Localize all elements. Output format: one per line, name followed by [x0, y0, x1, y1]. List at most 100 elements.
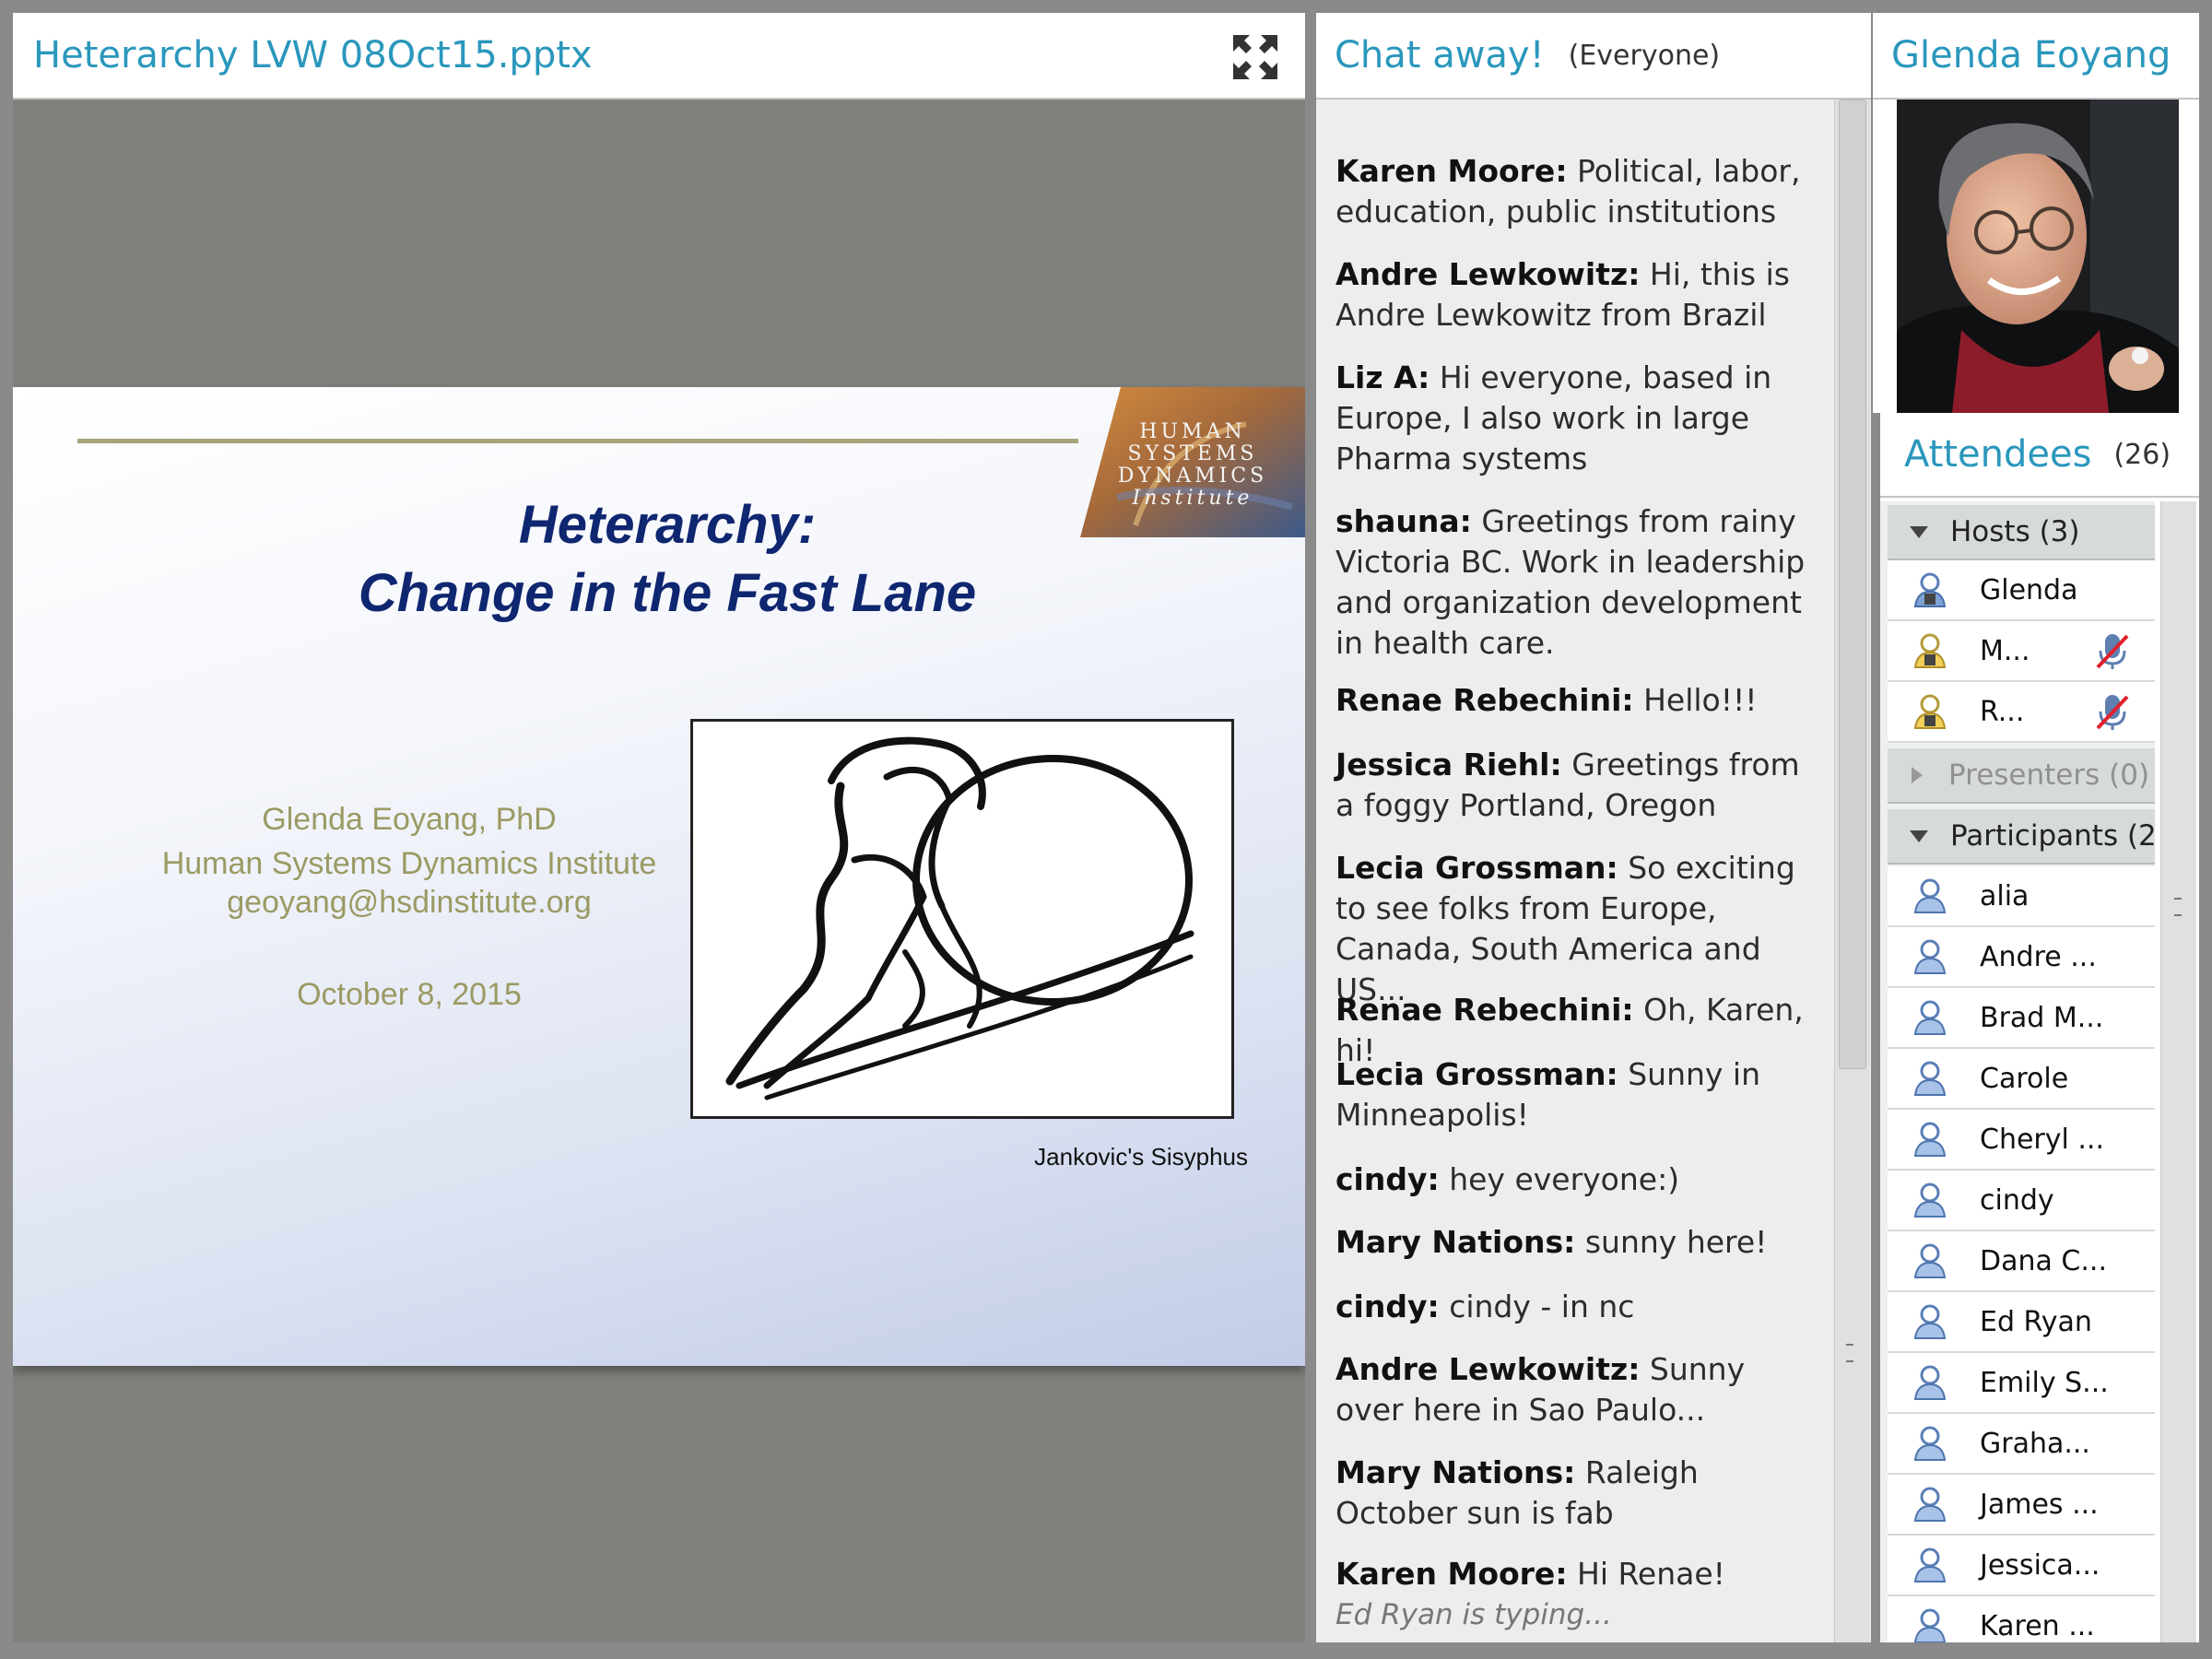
- camera-pod-header: Glenda Eoyang: [1873, 13, 2199, 100]
- user-icon: [1913, 1608, 1947, 1642]
- chat-audience-label[interactable]: (Everyone): [1569, 40, 1721, 72]
- typing-indicator: Ed Ryan is typing...: [1335, 1598, 1612, 1631]
- attendees-count: (26): [2113, 438, 2171, 471]
- chevron-down-icon: [1910, 525, 1928, 538]
- user-icon: [1913, 1061, 1947, 1096]
- chat-sender: cindy:: [1335, 1161, 1440, 1197]
- chat-message: Mary Nations: sunny here!: [1335, 1222, 1822, 1263]
- attendee-row-participant[interactable]: Graha...: [1888, 1414, 2155, 1475]
- chat-message: Lecia Grossman: So exciting to see folks…: [1335, 848, 1822, 1010]
- image-caption: Jankovic's Sisyphus: [1034, 1143, 1248, 1171]
- user-icon: [1913, 1426, 1947, 1461]
- attendee-row-participant[interactable]: Andre ...: [1888, 927, 2155, 988]
- attendee-name: Cheryl ...: [1980, 1123, 2104, 1156]
- attendee-list: Hosts (3) Glenda M... R... Presenters (0…: [1880, 501, 2155, 1642]
- chat-message: Lecia Grossman: Sunny in Minneapolis!: [1335, 1054, 1822, 1135]
- user-icon: [1913, 1000, 1947, 1035]
- participants-group-label: Participants (23): [1950, 819, 2155, 853]
- chat-pod: Chat away! (Everyone) Karen Moore: Polit…: [1316, 13, 1871, 1642]
- user-icon: [1913, 1122, 1947, 1157]
- attendee-name: cindy: [1980, 1183, 2054, 1217]
- attendee-row-participant[interactable]: Jessica...: [1888, 1535, 2155, 1596]
- user-icon: [1913, 1304, 1947, 1339]
- attendee-row-participant[interactable]: Cheryl ...: [1888, 1110, 2155, 1171]
- user-icon: [1913, 1487, 1947, 1522]
- host-icon: [1913, 694, 1947, 729]
- chat-sender: cindy:: [1335, 1288, 1440, 1324]
- chat-message: shauna: Greetings from rainy Victoria BC…: [1335, 501, 1822, 664]
- presenters-group-label: Presenters (0): [1948, 759, 2150, 792]
- attendee-row-host[interactable]: R...: [1888, 682, 2155, 743]
- attendee-name: Ed Ryan: [1980, 1305, 2092, 1338]
- chat-text: Hi Renae!: [1577, 1556, 1725, 1592]
- chat-sender: Liz A:: [1335, 359, 1430, 395]
- user-icon: [1913, 1182, 1947, 1218]
- participants-group-header[interactable]: Participants (23): [1888, 809, 2155, 865]
- attendee-row-participant[interactable]: Emily S...: [1888, 1353, 2155, 1414]
- attendee-scrollbar[interactable]: [2160, 501, 2196, 1642]
- attendee-row-participant[interactable]: James ...: [1888, 1475, 2155, 1535]
- fullscreen-icon[interactable]: [1230, 31, 1281, 83]
- attendee-name: Dana C...: [1980, 1244, 2107, 1277]
- attendee-row-participant[interactable]: Dana C...: [1888, 1231, 2155, 1292]
- webcam-video: [1897, 100, 2179, 413]
- chat-pod-header: Chat away! (Everyone): [1316, 13, 1871, 100]
- camera-pod: Glenda Eoyang: [1873, 13, 2199, 413]
- chat-message: cindy: cindy - in nc: [1335, 1287, 1822, 1327]
- attendees-pod: Attendees (26) Hosts (3) Glenda M... R..…: [1880, 413, 2199, 1642]
- user-icon: [1913, 1365, 1947, 1400]
- attendee-row-participant[interactable]: Carole: [1888, 1049, 2155, 1110]
- mic-muted-icon[interactable]: [2094, 630, 2131, 671]
- logo-line-2: SYSTEMS: [1127, 442, 1258, 465]
- chat-sender: shauna:: [1335, 503, 1472, 539]
- slide-title-line2: Change in the Fast Lane: [358, 563, 977, 623]
- host-icon: [1913, 633, 1947, 668]
- share-pod-title: Heterarchy LVW 08Oct15.pptx: [33, 34, 593, 76]
- mic-muted-icon[interactable]: [2094, 691, 2131, 732]
- chat-sender: Jessica Riehl:: [1335, 747, 1562, 782]
- chat-sender: Mary Nations:: [1335, 1454, 1576, 1490]
- attendee-row-participant[interactable]: cindy: [1888, 1171, 2155, 1231]
- attendee-name: Karen ...: [1980, 1609, 2095, 1642]
- chat-message: Andre Lewkowitz: Sunny over here in Sao …: [1335, 1349, 1822, 1430]
- attendee-row-host[interactable]: Glenda: [1888, 560, 2155, 621]
- attendee-row-host[interactable]: M...: [1888, 621, 2155, 682]
- attendee-row-participant[interactable]: Ed Ryan: [1888, 1292, 2155, 1353]
- hosts-group-header[interactable]: Hosts (3): [1888, 505, 2155, 560]
- chat-message: Karen Moore: Political, labor, education…: [1335, 151, 1822, 232]
- chat-text: sunny here!: [1584, 1224, 1768, 1260]
- attendee-row-participant[interactable]: alia: [1888, 866, 2155, 927]
- attendee-name: alia: [1980, 879, 2030, 912]
- user-icon: [1913, 878, 1947, 913]
- slide-title-line1: Heterarchy:: [518, 495, 817, 555]
- chat-message: Andre Lewkowitz: Hi, this is Andre Lewko…: [1335, 254, 1822, 335]
- slide-email: geoyang@hsdinstitute.org: [227, 885, 592, 920]
- chat-pod-title: Chat away!: [1335, 34, 1545, 76]
- attendee-name: Graha...: [1980, 1427, 2090, 1460]
- attendee-name: James ...: [1980, 1488, 2099, 1521]
- chat-scrollbar-thumb[interactable]: [1839, 100, 1866, 1069]
- attendee-name: R...: [1980, 695, 2025, 728]
- chat-sender: Lecia Grossman:: [1335, 850, 1618, 886]
- chat-sender: Andre Lewkowitz:: [1335, 256, 1641, 292]
- attendee-row-participant[interactable]: Karen ...: [1888, 1596, 2155, 1642]
- chat-sender: Renae Rebechini:: [1335, 682, 1634, 718]
- chat-message-list: Karen Moore: Political, labor, education…: [1316, 100, 1834, 1642]
- host-icon: [1913, 572, 1947, 607]
- slide-date: October 8, 2015: [297, 977, 522, 1012]
- slide-presenter: Glenda Eoyang, PhD: [262, 802, 557, 837]
- presentation-slide: HUMAN SYSTEMS DYNAMICS Institute Heterar…: [13, 387, 1305, 1366]
- logo-line-3: DYNAMICS: [1117, 465, 1268, 488]
- share-pod: Heterarchy LVW 08Oct15.pptx HUMAN SYSTEM…: [13, 13, 1305, 1642]
- chat-sender: Renae Rebechini:: [1335, 992, 1634, 1028]
- presenters-group-header[interactable]: Presenters (0): [1888, 748, 2155, 804]
- sisyphus-drawing: [690, 719, 1234, 1119]
- attendee-row-participant[interactable]: Brad M...: [1888, 988, 2155, 1049]
- share-pod-header: Heterarchy LVW 08Oct15.pptx: [13, 13, 1305, 100]
- chat-scrollbar[interactable]: [1834, 100, 1870, 1642]
- attendees-header: Attendees (26): [1880, 413, 2199, 498]
- attendee-name: Emily S...: [1980, 1366, 2109, 1399]
- chat-sender: Andre Lewkowitz:: [1335, 1351, 1641, 1387]
- chat-sender: Lecia Grossman:: [1335, 1056, 1618, 1092]
- logo-line-1: HUMAN: [1139, 420, 1246, 443]
